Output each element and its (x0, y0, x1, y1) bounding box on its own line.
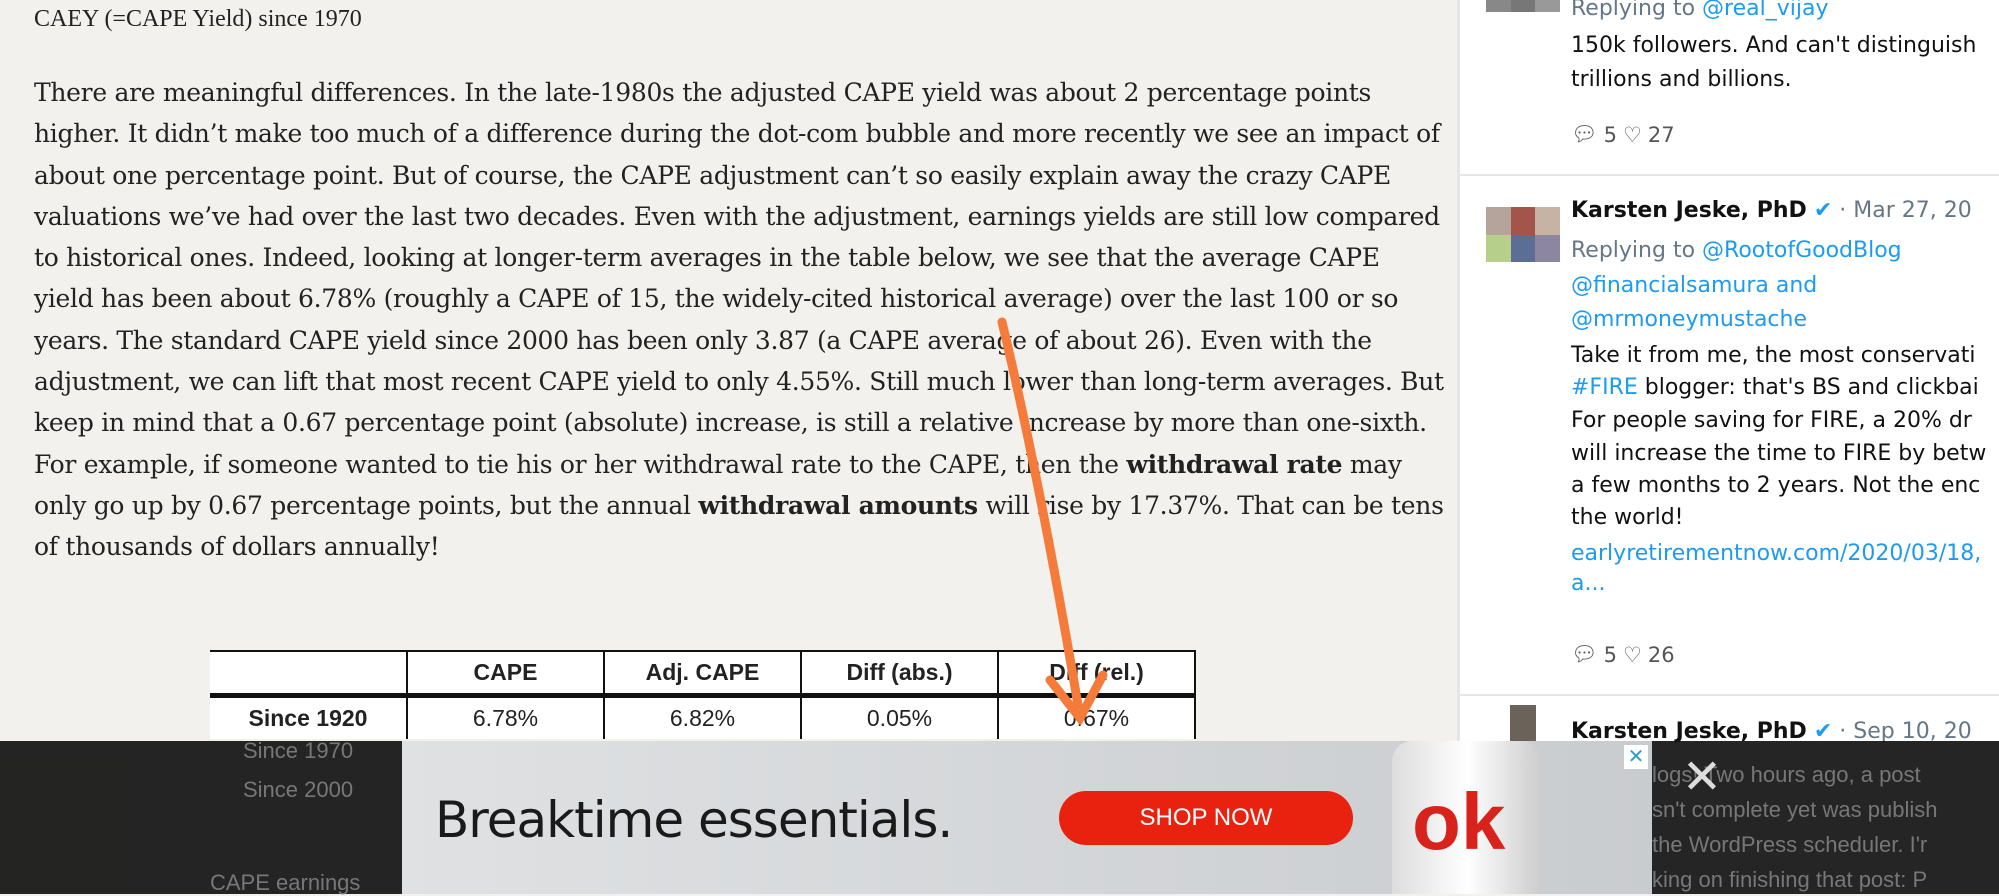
obscured-row-label: Since 1970 (243, 738, 354, 763)
overlay-close-button[interactable]: ✕ (1680, 753, 1724, 801)
obscured-heading: CAPE earnings (210, 870, 361, 895)
obscured-row-label: Since 2000 (243, 777, 354, 802)
obscured-tweet-text: king on finishing that post: P (1652, 867, 1928, 892)
coke-can-image: ok (1392, 741, 1542, 894)
ad-headline: Breaktime essentials. (435, 791, 953, 849)
ad-close-button[interactable]: ✕ (1624, 745, 1648, 769)
obscured-tweet-text: the WordPress scheduler. I'r (1652, 832, 1928, 857)
shop-now-button[interactable]: SHOP NOW (1059, 791, 1353, 845)
brand-logo: ok (1412, 777, 1506, 866)
banner-ad[interactable]: Breaktime essentials. SHOP NOW ok ✕ (402, 741, 1652, 894)
